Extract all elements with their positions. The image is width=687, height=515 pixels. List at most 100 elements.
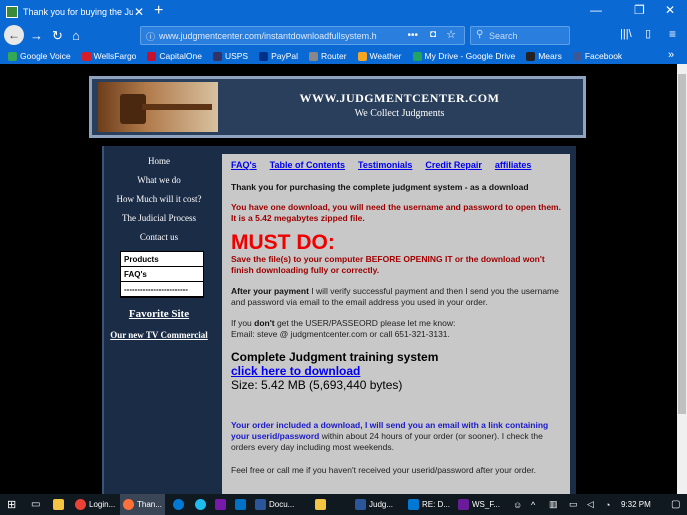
menu-icon[interactable]: ≡ bbox=[669, 27, 676, 41]
page-actions-icon[interactable]: ••• bbox=[407, 30, 418, 41]
favorite-site-link[interactable]: Favorite Site bbox=[104, 308, 214, 320]
link-faqs[interactable]: FAQ's bbox=[231, 160, 257, 170]
sidebar-menu-products[interactable]: Products bbox=[121, 252, 203, 267]
onenote-icon[interactable] bbox=[212, 494, 229, 515]
link-table-of-contents[interactable]: Table of Contents bbox=[270, 160, 345, 170]
window-close-icon[interactable]: ✕ bbox=[665, 3, 675, 17]
restore-icon[interactable]: ❐ bbox=[634, 3, 645, 17]
taskbar-item-email[interactable]: RE: D... bbox=[405, 494, 453, 515]
bookmark-item[interactable]: Mears bbox=[526, 51, 562, 61]
clock[interactable]: 9:32 PM bbox=[618, 494, 654, 515]
link-affiliates[interactable]: affiliates bbox=[495, 160, 532, 170]
bookmark-item[interactable]: Weather bbox=[357, 51, 402, 61]
taskbar-item-login[interactable]: Login... bbox=[72, 494, 118, 515]
sidebar-link-what-we-do[interactable]: What we do bbox=[104, 171, 214, 190]
bookmark-item[interactable]: My Drive - Google Drive bbox=[412, 51, 516, 61]
bookmarks-toolbar: Google Voice WellsFargo CapitalOne USPS PayP… bbox=[0, 48, 687, 64]
dont-get-pre: If you bbox=[231, 318, 255, 328]
bookmark-item[interactable]: WellsFargo bbox=[81, 51, 136, 61]
taskbar-item-document[interactable]: Docu... bbox=[252, 494, 297, 515]
sidebar-menu-faqs[interactable]: FAQ's bbox=[121, 267, 203, 282]
bookmark-favicon-icon bbox=[259, 51, 269, 61]
top-links: FAQ's Table of Contents Testimonials Cre… bbox=[231, 160, 561, 170]
tray-chevron-icon[interactable]: ^ bbox=[528, 494, 538, 515]
browser-tab-bar: Thank you for buying the Judg ✕ + — ❐ ✕ bbox=[0, 0, 687, 24]
taskbar-item-firefox[interactable]: Than... bbox=[120, 494, 165, 515]
sidebar-toggle-icon[interactable]: ▯ bbox=[645, 27, 651, 40]
site-name: WWW.JUDGMENTCENTER.COM bbox=[299, 91, 500, 105]
new-tab-icon[interactable]: + bbox=[154, 2, 163, 20]
sidebar-menu-box: Products FAQ's ------------------------ bbox=[120, 251, 204, 298]
word-icon bbox=[255, 499, 266, 510]
bookmark-item[interactable]: Facebook bbox=[572, 51, 622, 61]
sidebar-link-cost[interactable]: How Much will it cost? bbox=[104, 190, 214, 209]
folder-icon[interactable] bbox=[312, 494, 329, 515]
email-line: Email: steve @ judgmentcenter.com or cal… bbox=[231, 329, 450, 339]
bookmark-favicon-icon bbox=[572, 51, 582, 61]
reload-icon[interactable]: ↻ bbox=[52, 28, 63, 44]
link-testimonials[interactable]: Testimonials bbox=[358, 160, 412, 170]
taskbar-item-judgment[interactable]: Judg... bbox=[352, 494, 396, 515]
link-credit-repair[interactable]: Credit Repair bbox=[425, 160, 482, 170]
sidebar-menu-separator: ------------------------ bbox=[121, 282, 203, 297]
search-placeholder: Search bbox=[489, 30, 518, 41]
taskbar-label: Docu... bbox=[269, 500, 295, 509]
file-explorer-icon[interactable] bbox=[50, 494, 67, 515]
back-arrow-icon[interactable]: ← bbox=[4, 25, 24, 45]
bookmark-star-icon[interactable]: ☆ bbox=[446, 28, 456, 41]
battery-icon[interactable]: ▭ bbox=[566, 494, 581, 515]
close-tab-icon[interactable]: ✕ bbox=[134, 5, 144, 19]
sidebar-link-home[interactable]: Home bbox=[104, 152, 214, 171]
windows-start-icon[interactable]: ⊞ bbox=[4, 494, 19, 515]
bookmark-item[interactable]: Google Voice bbox=[8, 51, 71, 61]
bookmark-label: Mears bbox=[538, 51, 562, 61]
outlook-icon[interactable] bbox=[232, 494, 249, 515]
dont-get-bold: don't bbox=[254, 318, 275, 328]
taskbar-label: Than... bbox=[137, 500, 162, 509]
sidebar-link-judicial-process[interactable]: The Judicial Process bbox=[104, 209, 214, 228]
edge-icon[interactable] bbox=[170, 494, 187, 515]
home-icon[interactable]: ⌂ bbox=[72, 28, 80, 43]
download-note: You have one download, you will need the… bbox=[231, 202, 561, 223]
taskbar-item-ws-ftp[interactable]: WS_F... bbox=[455, 494, 503, 515]
tab-active[interactable]: Thank you for buying the Judg ✕ bbox=[0, 0, 150, 24]
bookmark-label: USPS bbox=[224, 51, 249, 61]
contact-paragraph: If you don't get the USER/PASSEORD pleas… bbox=[231, 318, 561, 340]
bookmark-item[interactable]: PayPal bbox=[259, 51, 298, 61]
tab-title: Thank you for buying the Judg bbox=[23, 7, 133, 17]
bookmark-favicon-icon bbox=[309, 51, 319, 61]
forward-arrow-icon[interactable]: → bbox=[30, 28, 43, 43]
bookmark-label: My Drive - Google Drive bbox=[424, 51, 516, 61]
people-icon[interactable]: ☺ bbox=[510, 494, 525, 515]
search-input[interactable]: ⚲ Search bbox=[470, 26, 570, 45]
gavel-image bbox=[98, 82, 218, 132]
download-link[interactable]: click here to download bbox=[231, 364, 561, 378]
pocket-icon[interactable]: ◘ bbox=[430, 29, 436, 40]
system-title: Complete Judgment training system bbox=[231, 350, 439, 364]
page-info-icon[interactable]: ⓘ bbox=[146, 30, 155, 43]
volume-icon[interactable]: ◁ bbox=[584, 494, 597, 515]
scrollbar-thumb[interactable] bbox=[678, 74, 686, 414]
url-bar[interactable]: ⓘ www.judgmentcenter.com/instantdownload… bbox=[140, 26, 465, 45]
library-icon[interactable]: |||\ bbox=[620, 28, 632, 40]
ie-icon[interactable] bbox=[192, 494, 209, 515]
wifi-icon[interactable]: ◔ bbox=[602, 494, 613, 515]
dont-get-post: get the USER/PASSEORD please let me know… bbox=[274, 318, 456, 328]
task-view-icon[interactable]: ▭ bbox=[28, 494, 43, 515]
taskbar-label: RE: D... bbox=[422, 500, 451, 509]
ftp-icon bbox=[458, 499, 469, 510]
firefox-icon bbox=[123, 499, 134, 510]
network-icon[interactable]: ▥ bbox=[546, 494, 561, 515]
thank-you-text: Thank you for purchasing the complete ju… bbox=[231, 182, 529, 192]
bookmark-item[interactable]: USPS bbox=[212, 51, 249, 61]
sidebar-link-contact[interactable]: Contact us bbox=[104, 228, 214, 247]
file-size-text: Size: 5.42 MB (5,693,440 bytes) bbox=[231, 378, 403, 392]
minimize-icon[interactable]: — bbox=[590, 3, 602, 17]
bookmark-item[interactable]: Router bbox=[309, 51, 347, 61]
notifications-icon[interactable]: ▢ bbox=[668, 494, 683, 515]
gavel-handle-shape bbox=[142, 104, 212, 110]
bookmarks-overflow-icon[interactable]: » bbox=[668, 49, 674, 61]
bookmark-item[interactable]: CapitalOne bbox=[147, 51, 202, 61]
tv-commercial-link[interactable]: Our new TV Commercial bbox=[104, 330, 214, 340]
taskbar-label: Judg... bbox=[369, 500, 394, 509]
